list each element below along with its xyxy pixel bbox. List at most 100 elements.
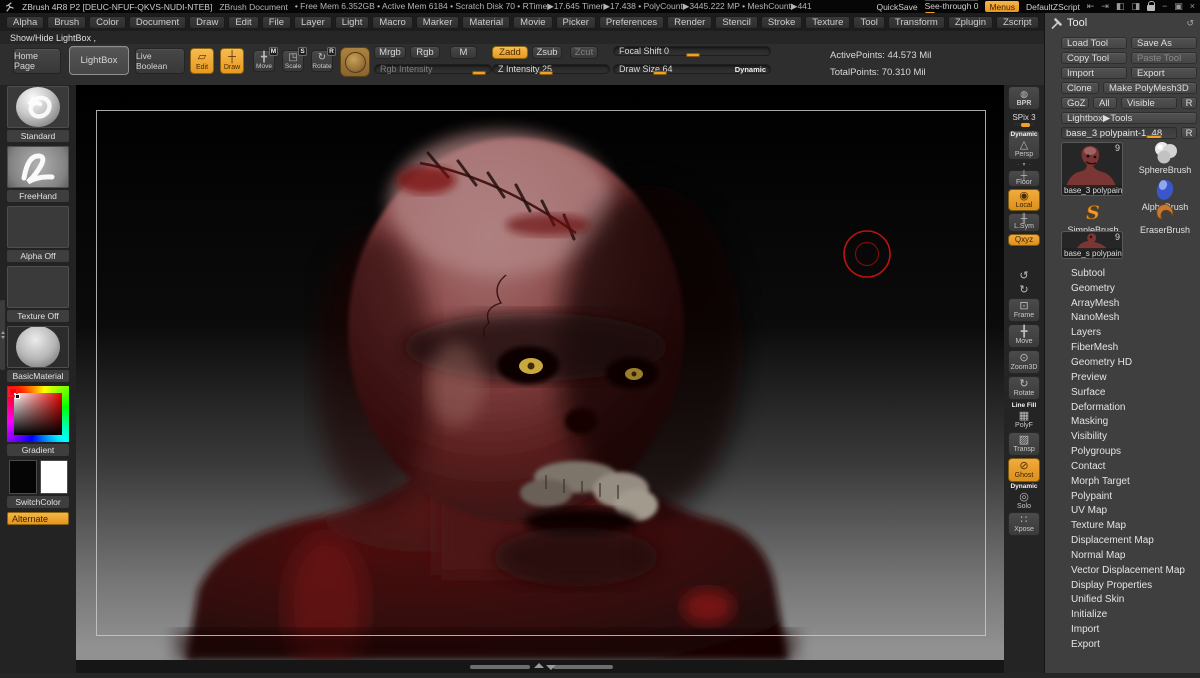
menu-item[interactable]: Preferences [599,16,664,29]
menu-item[interactable]: Marker [416,16,460,29]
solo-button[interactable]: Dynamic ◎ Solo [1008,484,1040,510]
zcut-button[interactable]: Zcut [570,46,598,59]
tool-section-row[interactable]: NanoMesh [1061,311,1197,326]
restore-icon[interactable]: ▣ [1174,2,1183,11]
menu-item[interactable]: Draw [189,16,225,29]
focal-shift-handle[interactable] [686,53,700,57]
tool-section-row[interactable]: Polypaint [1061,489,1197,504]
lightbox-tools-button[interactable]: Lightbox▶Tools [1061,112,1197,124]
goz-button[interactable]: GoZ [1061,97,1089,109]
rotate-button[interactable]: R ↻ Rotate [311,50,333,72]
tool-section-row[interactable]: Preview [1061,370,1197,385]
quicksave-button[interactable]: QuickSave [876,2,917,12]
zadd-button[interactable]: Zadd [492,46,528,59]
lock-icon[interactable] [1147,5,1155,11]
z-intensity-handle[interactable] [539,71,553,75]
ghost-button[interactable]: ⊘ Ghost [1008,458,1040,482]
m-button[interactable]: M [450,46,477,59]
left-tray-toggle-icon[interactable]: ◧ [1116,2,1125,11]
right-tray-toggle-icon[interactable]: ◨ [1131,2,1140,11]
transp-button[interactable]: ▨ Transp [1008,432,1040,456]
document-canvas[interactable] [76,85,1004,673]
color-picker[interactable] [7,386,69,442]
tool-section-row[interactable]: Visibility [1061,429,1197,444]
sphere-brush-item[interactable]: SphereBrush [1127,140,1200,175]
menu-item[interactable]: Zplugin [948,16,993,29]
xpose-button[interactable]: ∷ Xpose [1008,512,1040,536]
rotate-camera-button[interactable]: ↻ Rotate [1008,376,1040,400]
tool-panel-header[interactable]: Tool ↺ [1045,13,1200,33]
copy-tool-button[interactable]: Copy Tool [1061,52,1127,64]
menu-item[interactable]: Transform [888,16,945,29]
z-intensity-slider[interactable]: Z Intensity 25 [492,64,610,74]
tool-section-row[interactable]: Normal Map [1061,548,1197,563]
secondary-color-swatch[interactable] [40,460,68,494]
tool-section-row[interactable]: Displacement Map [1061,533,1197,548]
menu-item[interactable]: Brush [47,16,86,29]
tool-section-row[interactable]: Initialize [1061,607,1197,622]
eraser-brush-item[interactable]: EraserBrush [1127,202,1200,235]
home-page-button[interactable]: Home Page [13,48,61,74]
tool-r-button[interactable]: R [1181,127,1197,139]
scale-button[interactable]: S ◳ Scale [282,50,304,72]
menu-item[interactable]: Movie [513,16,552,29]
live-boolean-button[interactable]: Live Boolean [135,48,185,74]
import-button[interactable]: Import [1061,67,1127,79]
close-icon[interactable]: × [1190,2,1195,11]
dock-right-icon[interactable]: ⇥ [1101,2,1109,11]
all-button[interactable]: All [1093,97,1117,109]
menu-item[interactable]: Document [129,16,186,29]
spix-slider[interactable]: SPix 3 [1008,112,1040,128]
standard-brush-thumbnail[interactable] [7,86,69,128]
main-color-swatch[interactable] [9,460,37,494]
color-picker-sv-square[interactable] [14,393,62,435]
menu-item[interactable]: Edit [228,16,258,29]
tool-section-row[interactable]: ArrayMesh [1061,296,1197,311]
floor-button[interactable]: ┼ Floor [1008,170,1040,187]
rgb-intensity-slider[interactable]: Rgb Intensity [374,64,492,74]
mrgb-button[interactable]: Mrgb [374,46,406,59]
menu-item[interactable]: Tool [853,16,884,29]
panel-menu-icon[interactable]: ↺ [1186,18,1194,29]
current-material-button[interactable] [340,47,370,77]
menu-item[interactable]: Alpha [6,16,44,29]
rgb-button[interactable]: Rgb [410,46,440,59]
menu-item[interactable]: Stencil [715,16,758,29]
basic-material-thumbnail[interactable] [7,326,69,368]
menus-button[interactable]: Menus [985,1,1019,12]
qxyz-button[interactable]: Qxyz [1008,234,1040,246]
zsub-button[interactable]: Zsub [532,46,562,59]
rgb-intensity-handle[interactable] [472,71,486,75]
default-zscript-button[interactable]: DefaultZScript [1026,2,1080,12]
tool-section-row[interactable]: Layers [1061,325,1197,340]
menu-item[interactable]: Macro [372,16,412,29]
tool-section-row[interactable]: Texture Map [1061,518,1197,533]
focal-shift-slider[interactable]: Focal Shift 0 [613,46,771,56]
current-tool-slider[interactable]: base_3 polypaint-1. 48 [1061,127,1177,139]
texture-off-thumbnail[interactable] [7,266,69,308]
secondary-tool-thumbnail[interactable]: 9 base_s polypaint [1061,231,1123,259]
tool-section-row[interactable]: Masking [1061,414,1197,429]
tool-section-row[interactable]: FiberMesh [1061,340,1197,355]
menu-item[interactable]: Layer [294,16,332,29]
draw-button[interactable]: ┼ Draw [220,48,244,74]
polyframe-button[interactable]: Line Fill ▦ PolyF [1008,402,1040,430]
draw-size-slider[interactable]: Draw Size 64 Dynamic [613,64,771,74]
freehand-stroke-thumbnail[interactable] [7,146,69,188]
lsym-button[interactable]: ╫ L.Sym [1008,213,1040,232]
dock-left-icon[interactable]: ⇤ [1087,2,1095,11]
tool-section-row[interactable]: Display Properties [1061,578,1197,593]
local-button[interactable]: ◉ Local [1008,189,1040,211]
floor-axis-toggles[interactable]: ·▾· [1008,162,1040,168]
menu-item[interactable]: Render [667,16,712,29]
tool-section-row[interactable]: Deformation [1061,400,1197,415]
make-polymesh3d-button[interactable]: Make PolyMesh3D [1103,82,1197,94]
paste-tool-button[interactable]: Paste Tool [1131,52,1197,64]
spin-ccw-icon[interactable]: ↺ [1008,270,1040,282]
menu-item[interactable]: Light [335,16,370,29]
clone-button[interactable]: Clone [1061,82,1099,94]
visible-button[interactable]: Visible [1121,97,1177,109]
alpha-off-thumbnail[interactable] [7,206,69,248]
lightbox-button[interactable]: LightBox [69,46,129,75]
menu-item[interactable]: Stroke [761,16,802,29]
